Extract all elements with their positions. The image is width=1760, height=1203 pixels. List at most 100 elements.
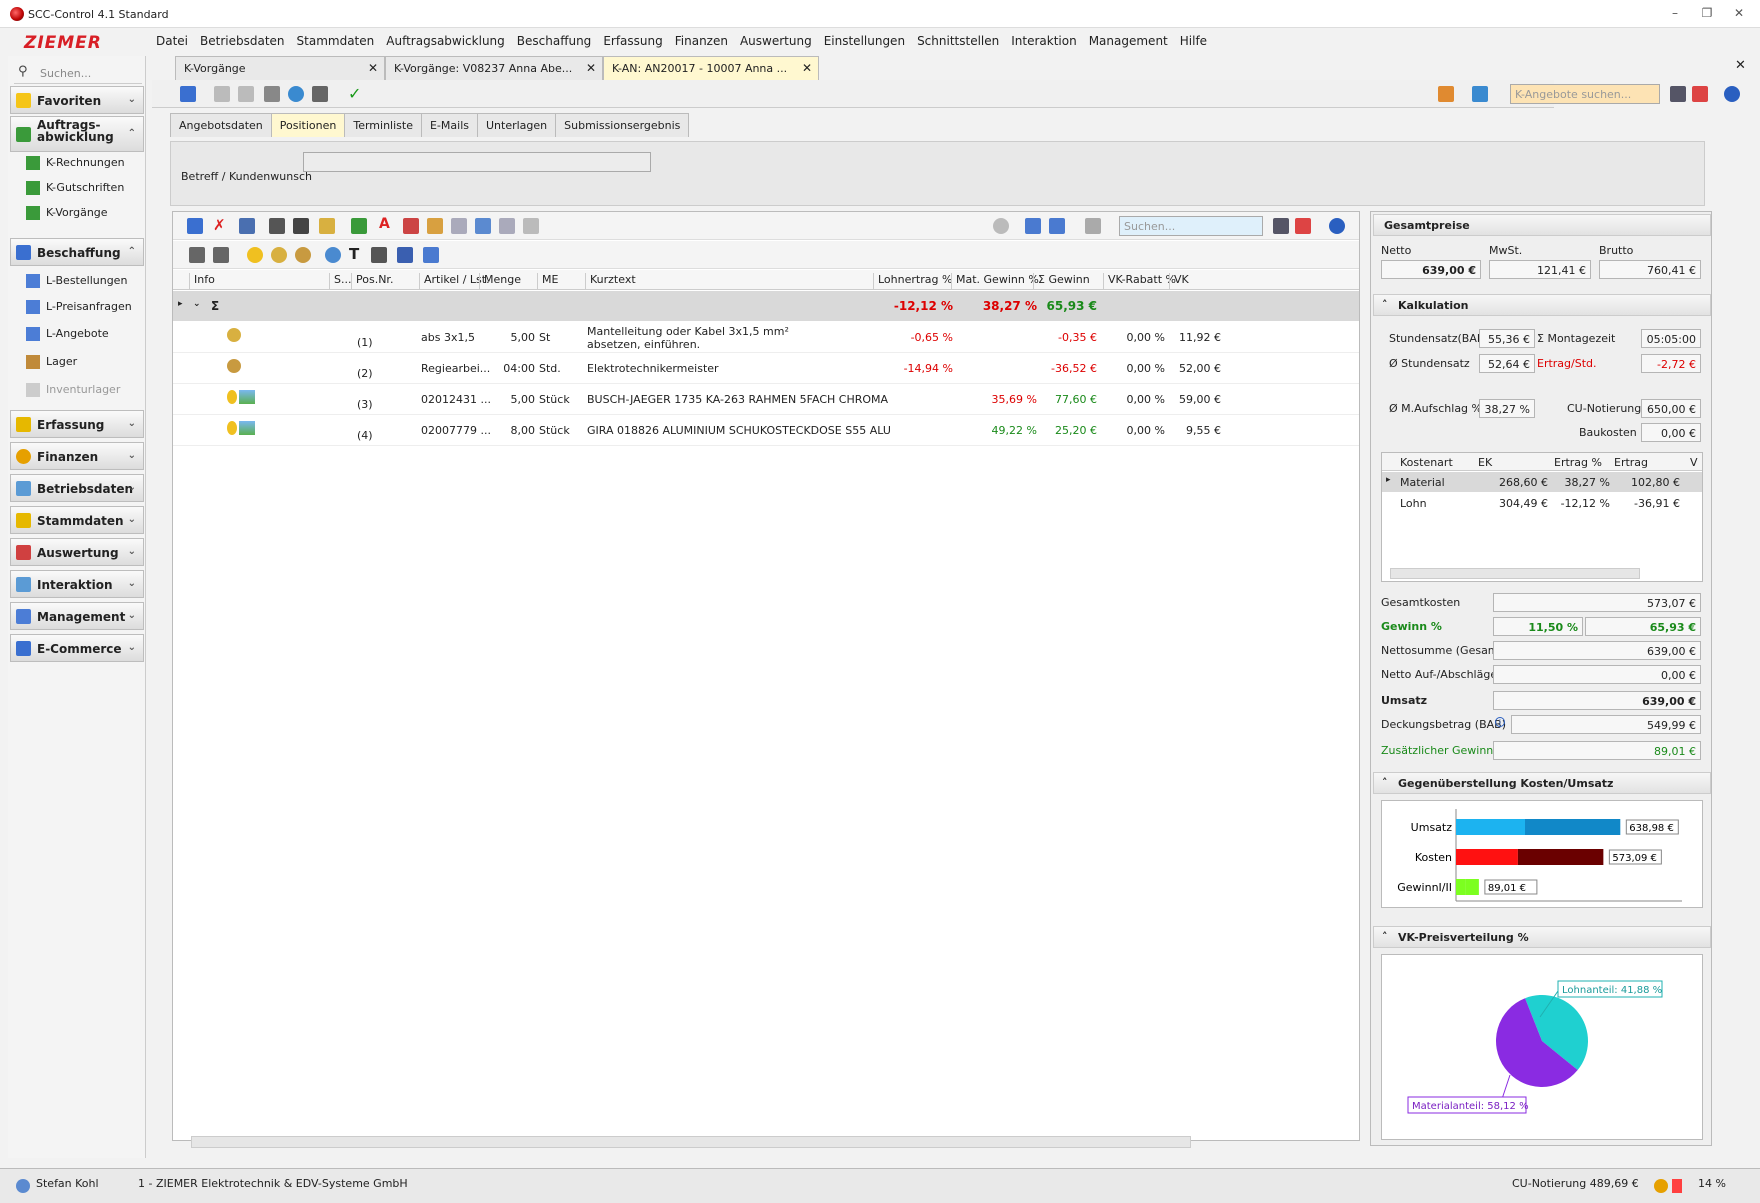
sidebar-group-finanzen[interactable]: Finanzen ⌄ [10, 442, 144, 470]
info-icon[interactable] [1329, 218, 1345, 234]
col-vk[interactable]: VK [1169, 273, 1189, 289]
sidebar-item-l-angebote[interactable]: L-Angebote [18, 323, 109, 345]
binoculars-icon[interactable] [1670, 86, 1686, 102]
sidebar-group-auswertung[interactable]: Auswertung ⌄ [10, 538, 144, 566]
k-angebote-search-input[interactable]: K-Angebote suchen... [1510, 84, 1660, 104]
menu-finanzen[interactable]: Finanzen [669, 31, 734, 53]
tab-unterlagen[interactable]: Unterlagen [476, 113, 557, 137]
delete-icon[interactable]: ✗ [213, 216, 226, 234]
vk-preisverteilung-header[interactable]: ˄ VK-Preisverteilung % [1373, 926, 1711, 948]
text-block-2-icon[interactable] [213, 247, 229, 263]
table-row[interactable]: (4) 02007779 ... 8,00 Stück GIRA 018826 … [173, 415, 1359, 446]
menu-einstellungen[interactable]: Einstellungen [818, 31, 911, 53]
col-vk-rabatt[interactable]: VK-Rabatt % [1103, 273, 1176, 289]
col-mat-gewinn[interactable]: Mat. Gewinn % [951, 273, 1039, 289]
sidebar-group-erfassung[interactable]: Erfassung ⌄ [10, 410, 144, 438]
expand-icon[interactable]: ▸ [178, 299, 183, 309]
sidebar-group-betriebsdaten[interactable]: Betriebsdaten ⌄ [10, 474, 144, 502]
hand-icon[interactable] [1438, 86, 1454, 102]
collapse-icon[interactable]: ⌄ [193, 299, 201, 309]
col-menge[interactable]: Menge [479, 273, 521, 289]
table-row[interactable]: ▸ Material 268,60 € 38,27 % 102,80 € [1382, 472, 1702, 492]
sidebar-item-k-rechnungen[interactable]: K-Rechnungen [18, 152, 125, 174]
sidebar-item-k-vorgaenge[interactable]: K-Vorgänge [18, 202, 108, 224]
col-v[interactable]: V [1690, 456, 1698, 469]
eraser-icon[interactable] [1295, 218, 1311, 234]
tab-angebotsdaten[interactable]: Angebotsdaten [170, 113, 272, 137]
sidebar-group-stammdaten[interactable]: Stammdaten ⌄ [10, 506, 144, 534]
col-ertrag-pct[interactable]: Ertrag % [1554, 456, 1602, 469]
grid-search-input[interactable]: Suchen... [1119, 216, 1263, 236]
navigate-arrow-icon[interactable] [1472, 86, 1488, 102]
undo-icon[interactable] [214, 86, 230, 102]
cost-table-scrollbar[interactable] [1390, 568, 1640, 579]
col-info[interactable]: Info [189, 273, 215, 289]
globe-icon[interactable] [325, 247, 341, 263]
menu-auswertung[interactable]: Auswertung [734, 31, 818, 53]
col-ek[interactable]: EK [1478, 456, 1492, 469]
info-icon[interactable]: i [1495, 717, 1505, 727]
col-kostenart[interactable]: Kostenart [1400, 456, 1453, 469]
coins-icon[interactable] [993, 218, 1009, 234]
binoculars-icon[interactable] [1273, 218, 1289, 234]
col-kurztext[interactable]: Kurztext [585, 273, 636, 289]
table-row[interactable]: (3) 02012431 ... 5,00 Stück BUSCH-JAEGER… [173, 384, 1359, 415]
status-user[interactable]: Stefan Kohl [36, 1177, 99, 1190]
menu-auftragsabwicklung[interactable]: Auftragsabwicklung [380, 31, 511, 53]
kosten-umsatz-header[interactable]: ˄ Gegenüberstellung Kosten/Umsatz [1373, 772, 1711, 794]
info-icon[interactable] [1724, 86, 1740, 102]
sort-icon[interactable] [427, 218, 443, 234]
clock-icon[interactable] [271, 247, 287, 263]
sidebar-group-management[interactable]: Management ⌄ [10, 602, 144, 630]
close-window-button[interactable]: ✕ [1730, 6, 1748, 22]
doc-tab-k-vorgaenge[interactable]: K-Vorgänge ✕ [175, 56, 385, 80]
sidebar-item-l-preisanfragen[interactable]: L-Preisanfragen [18, 296, 132, 318]
table-row[interactable]: (2) Regiearbei... 04:00 Std. Elektrotech… [173, 353, 1359, 384]
col-ertrag[interactable]: Ertrag [1614, 456, 1648, 469]
menu-betriebsdaten[interactable]: Betriebsdaten [194, 31, 291, 53]
sidebar-group-auftragsabwicklung[interactable]: Auftrags- abwicklung ⌃ [10, 116, 144, 152]
calculator-icon[interactable] [523, 218, 539, 234]
sidebar-group-interaktion[interactable]: Interaktion ⌄ [10, 570, 144, 598]
col-gewinn[interactable]: Σ Gewinn [1033, 273, 1090, 289]
horizontal-scrollbar[interactable] [191, 1136, 1191, 1148]
menu-schnittstellen[interactable]: Schnittstellen [911, 31, 1005, 53]
tab-positionen[interactable]: Positionen [270, 113, 346, 137]
menu-erfassung[interactable]: Erfassung [597, 31, 668, 53]
confirm-check-icon[interactable]: ✓ [348, 84, 361, 103]
menu-stammdaten[interactable]: Stammdaten [291, 31, 381, 53]
text-format-icon[interactable]: A [379, 216, 390, 232]
navigate-arrow-icon[interactable] [1085, 218, 1101, 234]
menu-datei[interactable]: Datei [150, 31, 194, 53]
new-position-icon[interactable] [187, 218, 203, 234]
close-icon[interactable]: ✕ [802, 61, 812, 75]
table-row[interactable]: Lohn 304,49 € -12,12 % -36,91 € [1382, 493, 1702, 513]
sidebar-search-input[interactable]: Suchen... [14, 62, 142, 84]
scissors-icon[interactable] [475, 218, 491, 234]
table-row[interactable]: (1) abs 3x1,5 5,00 St Mantelleitung oder… [173, 322, 1359, 353]
clipboard-icon[interactable] [319, 218, 335, 234]
insert-icon[interactable] [239, 218, 255, 234]
sum-row[interactable]: ▸ ⌄ Σ -12,12 % 38,27 % 65,93 € [173, 291, 1359, 321]
page-icon[interactable] [451, 218, 467, 234]
save-icon[interactable] [264, 86, 280, 102]
minimize-button[interactable]: – [1666, 6, 1684, 22]
sidebar-group-favoriten[interactable]: Favoriten ⌄ [10, 86, 144, 114]
doc-tab-an20017[interactable]: K-AN: AN20017 - 10007 Anna ... ✕ [603, 56, 819, 80]
eraser-icon[interactable] [1692, 86, 1708, 102]
sidebar-group-beschaffung[interactable]: Beschaffung ⌃ [10, 238, 144, 266]
add-doc-icon[interactable] [423, 247, 439, 263]
kalkulation-header[interactable]: ˄ Kalkulation [1373, 294, 1711, 316]
betreff-input[interactable] [303, 152, 651, 172]
worker-icon[interactable] [295, 247, 311, 263]
lightbulb-icon[interactable] [247, 247, 263, 263]
copy-icon[interactable] [269, 218, 285, 234]
tab-submissionsergebnis[interactable]: Submissionsergebnis [555, 113, 690, 137]
import-icon[interactable] [351, 218, 367, 234]
close-icon[interactable]: ✕ [368, 61, 378, 75]
paste-icon[interactable] [293, 218, 309, 234]
sidebar-item-inventurlager[interactable]: Inventurlager [18, 379, 120, 401]
col-pos-nr[interactable]: Pos.Nr. [351, 273, 393, 289]
menu-management[interactable]: Management [1083, 31, 1174, 53]
close-icon[interactable]: ✕ [586, 61, 596, 75]
